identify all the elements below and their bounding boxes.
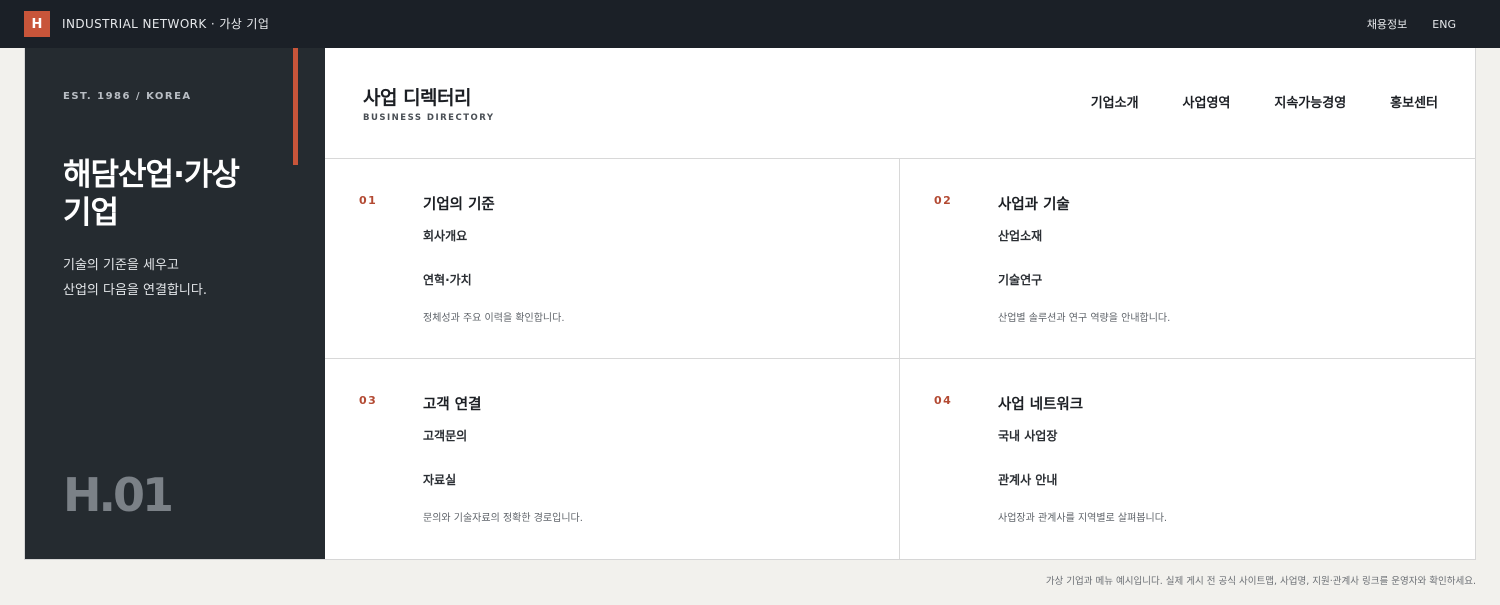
section-grid: 01 기업의 기준 회사개요 연혁·가치 정체성과 주요 이력을 확인합니다. …: [325, 159, 1476, 559]
section-card: 01 기업의 기준 회사개요 연혁·가치 정체성과 주요 이력을 확인합니다.: [325, 159, 900, 359]
section-number: 01: [359, 194, 378, 207]
section-link[interactable]: 기술연구: [998, 271, 1042, 288]
brand-name[interactable]: INDUSTRIAL NETWORK · 가상 기업: [62, 0, 269, 48]
section-number: 03: [359, 394, 378, 407]
main-nav: 기업소개 사업영역 지속가능경영 홍보센터: [1091, 92, 1438, 111]
section-link[interactable]: 관계사 안내: [998, 471, 1057, 488]
section-card: 04 사업 네트워크 국내 사업장 관계사 안내 사업장과 관계사를 지역별로 …: [900, 359, 1476, 559]
company-title: 해담산업·가상 기업: [63, 157, 240, 231]
section-link[interactable]: 자료실: [423, 471, 456, 488]
section-title: 사업과 기술: [998, 197, 1070, 213]
nav-item-business[interactable]: 사업영역: [1183, 92, 1231, 111]
section-link[interactable]: 고객문의: [423, 427, 467, 444]
careers-link[interactable]: 채용정보: [1367, 16, 1407, 32]
nav-item-about[interactable]: 기업소개: [1091, 92, 1139, 111]
page-title: 사업 디렉터리: [363, 87, 472, 109]
section-card: 03 고객 연결 고객문의 자료실 문의와 기술자료의 정확한 경로입니다.: [325, 359, 900, 559]
description-line: 기술의 기준을 세우고: [63, 258, 179, 273]
company-description: 기술의 기준을 세우고 산업의 다음을 연결합니다.: [63, 253, 207, 303]
top-links: 채용정보 ENG: [1367, 0, 1456, 48]
nav-item-pr-center[interactable]: 홍보센터: [1390, 92, 1438, 111]
section-number: 04: [934, 394, 953, 407]
section-description: 문의와 기술자료의 정확한 경로입니다.: [423, 513, 583, 524]
nav-item-sustainability[interactable]: 지속가능경영: [1274, 92, 1346, 111]
section-link[interactable]: 산업소재: [998, 227, 1042, 244]
established-label: EST. 1986 / KOREA: [63, 91, 192, 102]
section-title: 사업 네트워크: [998, 397, 1084, 413]
sidebar: EST. 1986 / KOREA 해담산업·가상 기업 기술의 기준을 세우고…: [25, 48, 325, 559]
footer-note: 가상 기업과 메뉴 예시입니다. 실제 게시 전 공식 사이트맵, 사업명, 지…: [1045, 576, 1476, 587]
main-panel: 사업 디렉터리 BUSINESS DIRECTORY 기업소개 사업영역 지속가…: [325, 48, 1476, 559]
section-number: 02: [934, 194, 953, 207]
section-card: 02 사업과 기술 산업소재 기술연구 산업별 솔루션과 연구 역량을 안내합니…: [900, 159, 1476, 359]
section-description: 정체성과 주요 이력을 확인합니다.: [423, 313, 565, 324]
section-title: 고객 연결: [423, 397, 482, 413]
directory-header: 사업 디렉터리 BUSINESS DIRECTORY 기업소개 사업영역 지속가…: [325, 48, 1476, 159]
language-link[interactable]: ENG: [1432, 18, 1456, 31]
accent-bar: [293, 48, 298, 165]
logo-icon[interactable]: H: [24, 11, 50, 37]
section-link[interactable]: 회사개요: [423, 227, 467, 244]
section-link[interactable]: 연혁·가치: [423, 271, 472, 288]
top-bar: H INDUSTRIAL NETWORK · 가상 기업 채용정보 ENG: [0, 0, 1500, 48]
section-description: 사업장과 관계사를 지역별로 살펴봅니다.: [998, 513, 1168, 524]
directory-frame: EST. 1986 / KOREA 해담산업·가상 기업 기술의 기준을 세우고…: [24, 48, 1476, 560]
section-title: 기업의 기준: [423, 197, 495, 213]
page-subtitle: BUSINESS DIRECTORY: [363, 113, 495, 123]
sidebar-code: H.01: [63, 468, 174, 522]
section-description: 산업별 솔루션과 연구 역량을 안내합니다.: [998, 313, 1171, 324]
description-line: 산업의 다음을 연결합니다.: [63, 283, 207, 298]
section-link[interactable]: 국내 사업장: [998, 427, 1057, 444]
